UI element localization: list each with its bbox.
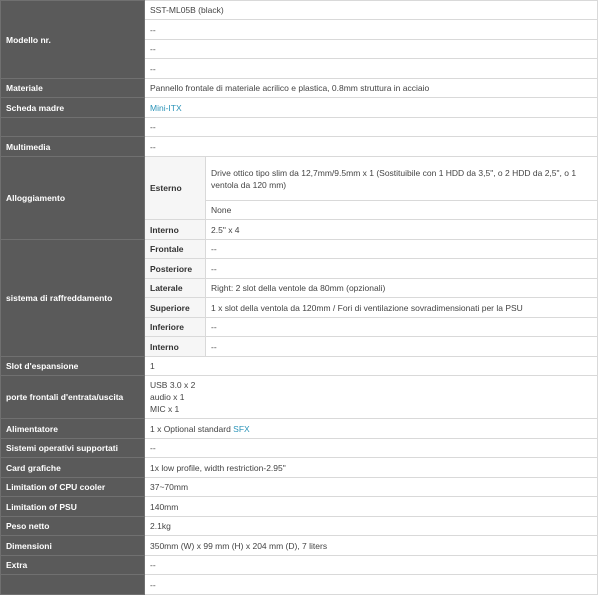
- front-io-line: MIC x 1: [150, 404, 180, 414]
- cooling-sub-label: Interno: [144, 336, 206, 357]
- mini-itx-link[interactable]: Mini-ITX: [150, 103, 182, 113]
- row-label-housing: Alloggiamento: [0, 156, 145, 240]
- front-io-value: USB 3.0 x 2 audio x 1 MIC x 1: [144, 375, 598, 419]
- expansion-value: 1: [144, 356, 598, 376]
- housing-external-value: None: [205, 200, 598, 220]
- spec-sheet: Modello nr. SST-ML05B (black) -- -- -- M…: [0, 0, 600, 595]
- table-row: Dimensioni 350mm (W) x 99 mm (H) x 204 m…: [0, 535, 598, 556]
- table-row: sistema di raffreddamento Frontale --: [0, 239, 598, 357]
- model-value: --: [144, 19, 598, 40]
- psu-limit-value: 140mm: [144, 496, 598, 517]
- row-label-psu-limit: Limitation of PSU: [0, 496, 145, 517]
- spec-table: Modello nr. SST-ML05B (black) -- -- -- M…: [0, 0, 598, 595]
- row-label-material: Materiale: [0, 78, 145, 98]
- table-row: Extra --: [0, 555, 598, 575]
- cooling-sub-label: Posteriore: [144, 258, 206, 279]
- cooling-sub-label: Laterale: [144, 278, 206, 298]
- table-row: Multimedia --: [0, 136, 598, 157]
- row-label-extra: Extra: [0, 555, 145, 575]
- material-value: Pannello frontale di materiale acrilico …: [144, 78, 598, 98]
- multimedia-value: --: [144, 136, 598, 157]
- table-row: Limitation of CPU cooler 37~70mm: [0, 477, 598, 497]
- row-label-os: Sistemi operativi supportati: [0, 438, 145, 458]
- row-label-model: Modello nr.: [0, 0, 145, 79]
- row-label-motherboard: Scheda madre: [0, 97, 145, 118]
- row-label-weight: Peso netto: [0, 516, 145, 536]
- front-io-line: USB 3.0 x 2: [150, 380, 196, 390]
- row-label-gpu: Card grafiche: [0, 457, 145, 478]
- row-label-blank: [0, 117, 145, 137]
- housing-internal-value: 2.5" x 4: [205, 219, 598, 240]
- housing-internal-label: Interno: [144, 219, 206, 240]
- row-label-front-io: porte frontali d'entrata/uscita: [0, 375, 145, 419]
- cooling-sub-label: Inferiore: [144, 317, 206, 337]
- psu-value: 1 x Optional standard SFX: [144, 418, 598, 439]
- table-row: Card grafiche 1x low profile, width rest…: [0, 457, 598, 478]
- gpu-value: 1x low profile, width restriction-2.95": [144, 457, 598, 478]
- motherboard-value: --: [144, 117, 598, 137]
- table-row: Alloggiamento Esterno Drive ottico tipo …: [0, 156, 598, 240]
- table-row: Alimentatore 1 x Optional standard SFX: [0, 418, 598, 439]
- row-label-cpu-cooler: Limitation of CPU cooler: [0, 477, 145, 497]
- sfx-link[interactable]: SFX: [233, 424, 250, 434]
- cooling-value: --: [205, 317, 598, 337]
- table-row: Materiale Pannello frontale di materiale…: [0, 78, 598, 98]
- table-row: Scheda madre Mini-ITX: [0, 97, 598, 118]
- table-row: --: [0, 117, 598, 137]
- table-row: Limitation of PSU 140mm: [0, 496, 598, 517]
- row-label-dimensions: Dimensioni: [0, 535, 145, 556]
- table-row: Modello nr. SST-ML05B (black): [0, 0, 598, 79]
- cooling-sub-label: Frontale: [144, 239, 206, 259]
- model-value: --: [144, 58, 598, 79]
- table-row: porte frontali d'entrata/uscita USB 3.0 …: [0, 375, 598, 419]
- cpu-cooler-value: 37~70mm: [144, 477, 598, 497]
- extra-value: --: [144, 555, 598, 575]
- housing-external-value: Drive ottico tipo slim da 12,7mm/9.5mm x…: [205, 156, 598, 201]
- model-value: --: [144, 39, 598, 59]
- cooling-value: Right: 2 slot della ventole da 80mm (opz…: [205, 278, 598, 298]
- row-label-psu: Alimentatore: [0, 418, 145, 439]
- table-row: Peso netto 2.1kg: [0, 516, 598, 536]
- row-label-expansion: Slot d'espansione: [0, 356, 145, 376]
- weight-value: 2.1kg: [144, 516, 598, 536]
- housing-external-label: Esterno: [144, 156, 206, 220]
- os-value: --: [144, 438, 598, 458]
- psu-prefix: 1 x Optional standard: [150, 423, 234, 434]
- table-row: Sistemi operativi supportati --: [0, 438, 598, 458]
- cooling-value: --: [205, 336, 598, 357]
- model-value: SST-ML05B (black): [144, 0, 598, 20]
- dimensions-value: 350mm (W) x 99 mm (H) x 204 mm (D), 7 li…: [144, 535, 598, 556]
- cooling-value: 1 x slot della ventola da 120mm / Fori d…: [205, 297, 598, 318]
- table-row: Slot d'espansione 1: [0, 356, 598, 376]
- cooling-sub-label: Superiore: [144, 297, 206, 318]
- row-label-cooling: sistema di raffreddamento: [0, 239, 145, 357]
- front-io-line: audio x 1: [150, 392, 185, 402]
- cooling-value: --: [205, 239, 598, 259]
- cooling-value: --: [205, 258, 598, 279]
- row-label-multimedia: Multimedia: [0, 136, 145, 157]
